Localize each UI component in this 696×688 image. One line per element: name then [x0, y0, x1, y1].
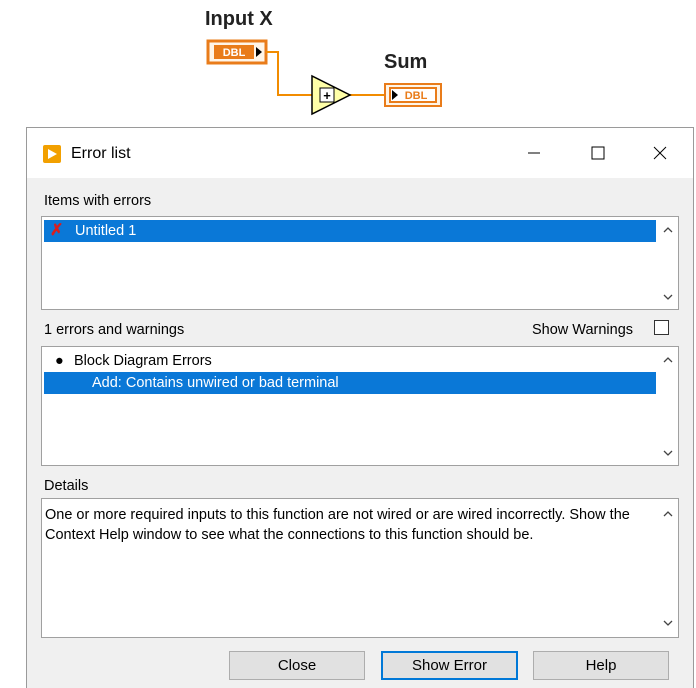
scroll-down-button[interactable] [660, 289, 676, 305]
sum-label: Sum [384, 51, 428, 73]
details-textbox[interactable]: One or more required inputs to this func… [41, 498, 679, 638]
title-bar[interactable]: Error list [27, 128, 693, 178]
input-type-label: DBL [223, 47, 246, 59]
add-function-node[interactable]: + [311, 74, 352, 116]
errors-count-label: 1 errors and warnings [44, 322, 185, 338]
show-error-button[interactable]: Show Error [381, 651, 518, 680]
chevron-up-icon [663, 511, 673, 517]
details-text: One or more required inputs to this func… [45, 507, 630, 543]
close-icon [653, 146, 667, 160]
item-label: Untitled 1 [75, 223, 137, 239]
list-item[interactable]: Add: Contains unwired or bad terminal [44, 372, 656, 394]
close-window-button[interactable] [637, 128, 683, 178]
chevron-down-icon [663, 620, 673, 626]
errors-listbox[interactable]: ● Block Diagram Errors Add: Contains unw… [41, 346, 679, 466]
chevron-up-icon [663, 227, 673, 233]
diagram-canvas: DBL + DBL [206, 39, 442, 116]
details-label: Details [44, 478, 89, 494]
show-warnings-checkbox[interactable] [654, 320, 669, 335]
scroll-up-button[interactable] [660, 352, 676, 368]
input-x-terminal[interactable]: DBL [206, 39, 268, 65]
help-button[interactable]: Help [533, 651, 669, 680]
maximize-icon [591, 146, 605, 160]
error-group-row[interactable]: ● Block Diagram Errors [44, 350, 656, 372]
sum-indicator-terminal[interactable]: DBL [384, 83, 442, 107]
maximize-button[interactable] [575, 128, 621, 178]
block-diagram: DBL + DBL Input X Sum [0, 0, 696, 125]
close-button[interactable]: Close [229, 651, 365, 680]
window-title: Error list [71, 145, 131, 162]
scroll-down-button[interactable] [660, 615, 676, 631]
items-with-errors-label: Items with errors [44, 193, 152, 209]
minimize-icon [528, 152, 540, 154]
error-x-icon: ✗ [50, 222, 64, 239]
scroll-up-button[interactable] [660, 222, 676, 238]
scroll-up-button[interactable] [660, 506, 676, 522]
items-listbox[interactable]: ✗ Untitled 1 [41, 216, 679, 310]
error-item-label: Add: Contains unwired or bad terminal [92, 375, 339, 391]
output-type-label: DBL [405, 90, 428, 102]
input-x-label: Input X [205, 8, 273, 30]
add-symbol: + [323, 88, 331, 103]
wire-input-to-add [266, 51, 312, 96]
minimize-button[interactable] [511, 128, 557, 178]
error-group-label: Block Diagram Errors [74, 353, 212, 369]
bullet-icon: ● [55, 353, 64, 369]
chevron-down-icon [663, 450, 673, 456]
scroll-down-button[interactable] [660, 445, 676, 461]
chevron-up-icon [663, 357, 673, 363]
error-list-window: Error list Items with errors ✗ Untitled … [26, 127, 694, 688]
labview-app-icon [43, 145, 61, 163]
chevron-down-icon [663, 294, 673, 300]
list-item[interactable]: ✗ Untitled 1 [44, 220, 656, 242]
show-warnings-label: Show Warnings [532, 322, 634, 338]
